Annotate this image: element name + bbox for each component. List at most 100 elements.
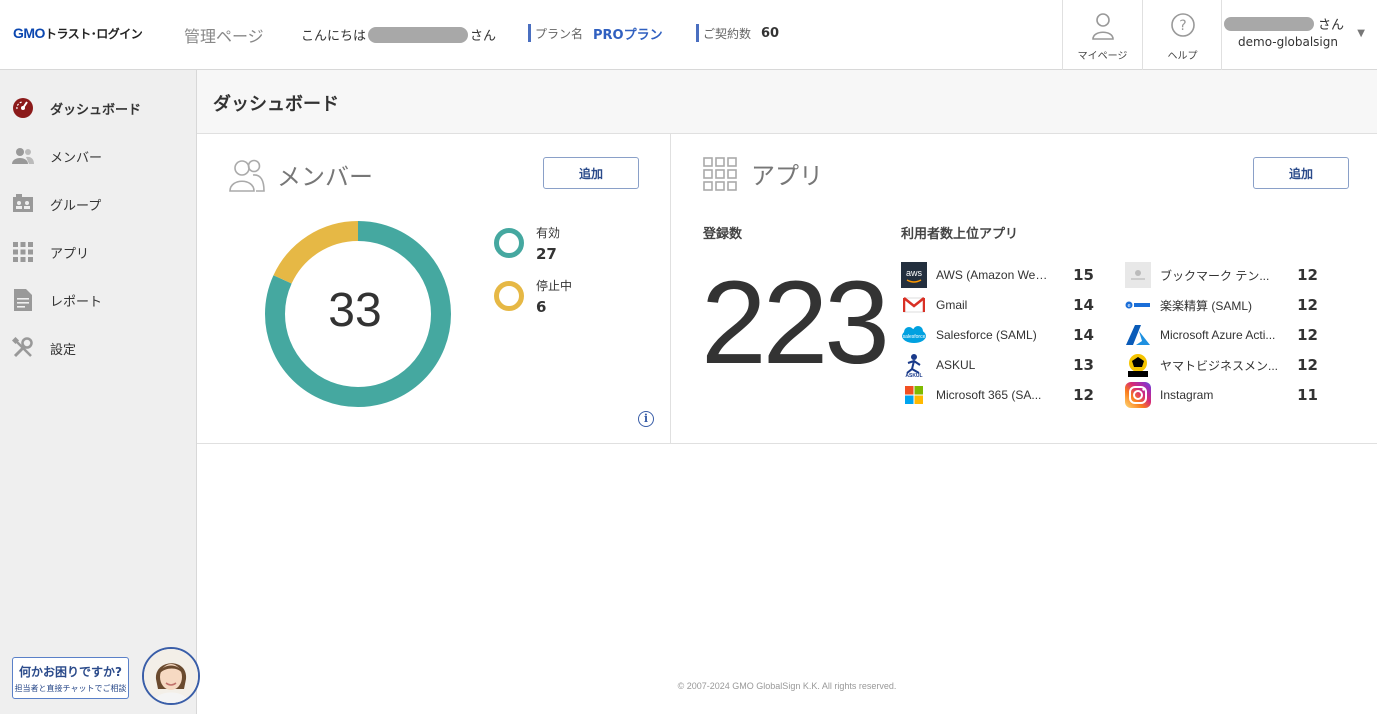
chat-support-bubble[interactable]: 何かお困りですか? 担当者と直接チャットでご相談: [12, 657, 129, 699]
mypage-label: マイページ: [1077, 51, 1128, 62]
sidebar-item-groups[interactable]: グループ: [0, 184, 197, 224]
apps-title-text: アプリ: [751, 162, 823, 190]
footer-copyright: © 2007-2024 GMO GlobalSign K.K. All righ…: [677, 681, 897, 691]
members-icon: [12, 145, 34, 167]
app-row[interactable]: ヤマトビジネスメン... 12: [1125, 352, 1318, 378]
contract-value: 60: [761, 25, 780, 41]
user-suffix: さん: [1318, 18, 1345, 33]
app-name: AWS (Amazon Web ...: [936, 268, 1054, 282]
app-count: 13: [1073, 356, 1094, 374]
app-count: 14: [1073, 326, 1094, 344]
yamato-icon: [1125, 352, 1151, 378]
contract-label: ご契約数: [703, 26, 752, 41]
greeting: こんにちは さん: [301, 25, 496, 44]
members-panel: メンバー 追加 33 有効 27 停止中 6 i: [197, 134, 671, 444]
plan-value: PROプラン: [593, 27, 663, 43]
app-name: ヤマトビジネスメン...: [1160, 358, 1278, 373]
sidebar-item-label: アプリ: [50, 246, 90, 262]
member-total: 33: [328, 284, 382, 337]
instagram-icon: [1125, 382, 1151, 408]
sidebar-item-apps[interactable]: アプリ: [0, 232, 197, 272]
app-row[interactable]: Microsoft 365 (SA... 12: [901, 382, 1094, 408]
app-row[interactable]: Microsoft Azure Acti... 12: [1125, 322, 1318, 348]
info-icon[interactable]: i: [638, 411, 654, 427]
svg-text:e: e: [1127, 303, 1130, 309]
top-apps-label: 利用者数上位アプリ: [901, 227, 1019, 242]
app-name: 楽楽精算 (SAML): [1160, 298, 1253, 313]
app-row[interactable]: ブックマーク テン... 12: [1125, 262, 1318, 288]
app-count: 14: [1073, 296, 1094, 314]
support-avatar[interactable]: [142, 647, 200, 705]
app-name: Instagram: [1160, 388, 1214, 402]
sidebar-item-members[interactable]: メンバー: [0, 136, 197, 176]
settings-icon: [12, 337, 34, 359]
help-label: ヘルプ: [1167, 51, 1198, 62]
app-name: ASKUL: [936, 358, 976, 372]
suspended-count: 6: [536, 298, 547, 316]
members-panel-title: メンバー: [229, 156, 373, 192]
greeting-prefix: こんにちは: [301, 29, 367, 44]
contract-info: ご契約数 60: [696, 24, 779, 42]
azure-icon: [1125, 322, 1151, 348]
chevron-down-icon: ▼: [1357, 28, 1365, 39]
active-count: 27: [536, 245, 557, 263]
logo[interactable]: GMOトラスト･ログイン: [13, 25, 143, 42]
add-app-button[interactable]: 追加: [1253, 157, 1349, 189]
askul-icon: ASKUL: [901, 352, 927, 378]
app-row[interactable]: salesforce Salesforce (SAML) 14: [901, 322, 1094, 348]
app-name: Salesforce (SAML): [936, 328, 1037, 342]
app-row[interactable]: e 楽楽精算 (SAML) 12: [1125, 292, 1318, 318]
app-count: 15: [1073, 266, 1094, 284]
app-name: ブックマーク テン...: [1160, 268, 1270, 283]
add-member-button[interactable]: 追加: [543, 157, 639, 189]
greeting-suffix: さん: [470, 29, 497, 44]
chat-title: 何かお困りですか?: [19, 665, 122, 679]
mypage-button[interactable]: マイページ: [1062, 0, 1142, 70]
svg-text:aws: aws: [906, 268, 923, 278]
app-row[interactable]: aws AWS (Amazon Web ... 15: [901, 262, 1094, 288]
help-button[interactable]: ? ヘルプ: [1142, 0, 1222, 70]
sidebar-item-label: 設定: [50, 342, 77, 358]
registered-label: 登録数: [703, 227, 743, 242]
app-name: Gmail: [936, 298, 968, 312]
group-icon: [12, 193, 34, 215]
rakuraku-icon: e: [1125, 292, 1151, 318]
microsoft-icon: [901, 382, 927, 408]
apps-panel-title: アプリ: [703, 156, 823, 191]
svg-text:salesforce: salesforce: [903, 334, 926, 340]
plan-info: プラン名 PROプラン: [528, 24, 663, 43]
logo-gmo: GMO: [13, 25, 45, 41]
user-menu[interactable]: さん demo-globalsign ▼: [1221, 0, 1377, 70]
help-icon: ?: [1170, 13, 1195, 37]
suspended-ring-icon: [494, 281, 524, 311]
members-title-text: メンバー: [277, 162, 373, 191]
svg-text:ASKUL: ASKUL: [905, 373, 922, 377]
app-name: Microsoft Azure Acti...: [1160, 328, 1276, 342]
app-count: 12: [1297, 356, 1318, 374]
top-header: GMOトラスト･ログイン 管理ページ こんにちは さん プラン名 PROプラン …: [0, 0, 1377, 70]
admin-page-title: 管理ページ: [184, 27, 264, 46]
plan-label: プラン名: [535, 26, 584, 41]
active-ring-icon: [494, 228, 524, 258]
app-name: Microsoft 365 (SA...: [936, 388, 1042, 402]
sidebar-item-reports[interactable]: レポート: [0, 280, 197, 320]
sidebar-item-label: ダッシュボード: [50, 102, 142, 118]
page-title: ダッシュボード: [213, 94, 339, 115]
suspended-label: 停止中: [536, 279, 573, 293]
report-icon: [12, 289, 34, 311]
bookmark-icon: [1125, 262, 1151, 288]
app-count: 12: [1297, 266, 1318, 284]
apps-grid-icon: [703, 156, 737, 191]
sidebar-item-settings[interactable]: 設定: [0, 328, 197, 368]
app-row[interactable]: Gmail 14: [901, 292, 1094, 318]
app-count: 12: [1073, 386, 1094, 404]
sidebar-item-label: レポート: [50, 294, 103, 310]
sidebar-item-dashboard[interactable]: ダッシュボード: [0, 88, 197, 128]
members-icon: [229, 159, 265, 192]
dashboard-icon: [12, 97, 34, 119]
user-name: さん: [1224, 14, 1344, 33]
svg-text:?: ?: [1179, 18, 1186, 34]
active-label: 有効: [536, 226, 561, 240]
app-row[interactable]: ASKUL ASKUL 13: [901, 352, 1094, 378]
app-row[interactable]: Instagram 11: [1125, 382, 1318, 408]
